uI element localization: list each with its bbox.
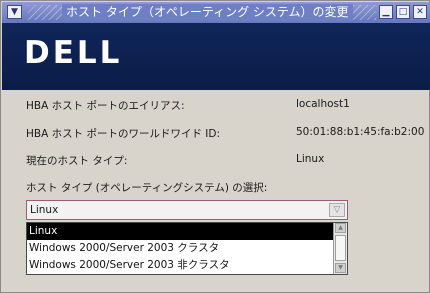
change-host-type-dialog: ▼ ホスト タイプ（オペレーティング システム）の変更 ▁ □ ✕ DELL H… bbox=[0, 0, 430, 293]
title-bar[interactable]: ▼ ホスト タイプ（オペレーティング システム）の変更 ▁ □ ✕ bbox=[2, 2, 430, 23]
arrow-down-icon: ▼ bbox=[338, 264, 343, 271]
current-host-type-value: Linux bbox=[296, 153, 325, 165]
window-title: ホスト タイプ（オペレーティング システム）の変更 bbox=[62, 4, 353, 21]
maximize-icon: □ bbox=[398, 7, 408, 17]
arrow-up-icon: ▲ bbox=[338, 224, 343, 231]
close-icon: ✕ bbox=[416, 7, 424, 17]
host-type-select-label: ホスト タイプ (オペレーティングシステム) の選択: bbox=[26, 182, 268, 194]
current-host-type-label: 現在のホスト タイプ: bbox=[26, 155, 128, 167]
minimize-button[interactable]: ▁ bbox=[379, 5, 393, 19]
host-type-combobox[interactable]: Linux ▽ bbox=[26, 200, 348, 220]
chevron-down-icon: ▽ bbox=[333, 205, 341, 215]
scrollbar-thumb[interactable] bbox=[335, 235, 346, 261]
wwid-label: HBA ホスト ポートのワールドワイド ID: bbox=[26, 128, 221, 140]
maximize-button[interactable]: □ bbox=[396, 5, 410, 19]
list-item[interactable]: Windows 2000/Server 2003 非クラスタ bbox=[27, 257, 333, 274]
scroll-down-button[interactable]: ▼ bbox=[335, 263, 346, 273]
combobox-selected-value: Linux bbox=[30, 204, 59, 216]
chevron-down-icon: ▼ bbox=[11, 7, 18, 17]
host-type-dropdown-list[interactable]: Linux Windows 2000/Server 2003 クラスタ Wind… bbox=[26, 222, 348, 275]
alias-label: HBA ホスト ポートのエイリアス: bbox=[26, 100, 185, 112]
window-menu-button[interactable]: ▼ bbox=[7, 5, 22, 19]
alias-value: localhost1 bbox=[296, 98, 350, 110]
dell-logo: DELL bbox=[24, 35, 123, 71]
scroll-up-button[interactable]: ▲ bbox=[335, 223, 346, 233]
host-type-panel: HBA ホスト ポートのエイリアス: localhost1 HBA ホスト ポー… bbox=[23, 90, 430, 280]
wwid-value: 50:01:88:b1:45:fa:b2:00 bbox=[296, 126, 425, 138]
minimize-icon: ▁ bbox=[382, 7, 390, 17]
header-banner: DELL bbox=[2, 23, 430, 90]
list-item[interactable]: Windows 2000/Server 2003 クラスタ bbox=[27, 240, 333, 257]
dropdown-toggle-button[interactable]: ▽ bbox=[329, 203, 345, 217]
list-item[interactable]: Linux bbox=[27, 223, 333, 240]
dropdown-scrollbar[interactable]: ▲ ▼ bbox=[333, 223, 347, 274]
close-button[interactable]: ✕ bbox=[413, 5, 427, 19]
